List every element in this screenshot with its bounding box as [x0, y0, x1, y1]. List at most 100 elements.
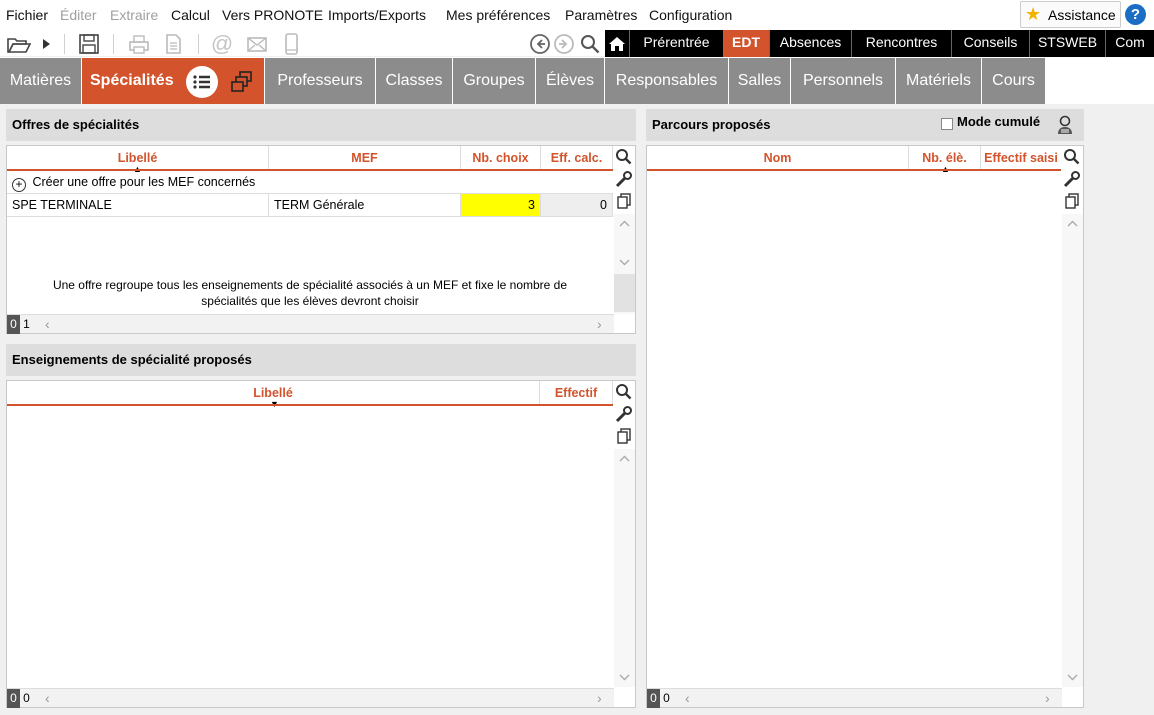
document-icon[interactable] — [161, 32, 185, 56]
parcours-title-label: Parcours proposés — [652, 117, 771, 132]
copy-icon[interactable] — [614, 191, 634, 211]
menu-mes-preferences[interactable]: Mes préférences — [446, 7, 550, 23]
wrench-icon[interactable] — [614, 404, 634, 424]
total-count: 1 — [23, 317, 30, 331]
tab-matieres[interactable]: Matières — [0, 58, 82, 104]
scroll-right-icon[interactable]: › — [597, 690, 602, 706]
column-header-nb-choix[interactable]: Nb. choix — [461, 146, 541, 170]
tab-cours[interactable]: Cours — [982, 58, 1046, 104]
table-row-eff-calc: 0 — [541, 194, 613, 217]
enseignements-panel-title: Enseignements de spécialité proposés — [6, 344, 636, 376]
create-offre-label: Créer une offre pour les MEF concernés — [32, 175, 256, 189]
tab-rencontres[interactable]: Rencontres — [851, 30, 951, 57]
print-icon[interactable] — [127, 32, 151, 56]
mode-cumule-label[interactable]: Mode cumulé — [957, 106, 1040, 138]
tab-materiels[interactable]: Matériels — [896, 58, 982, 104]
help-button[interactable]: ? — [1125, 4, 1146, 25]
mail-icon[interactable] — [245, 32, 269, 56]
tab-salles[interactable]: Salles — [729, 58, 791, 104]
copy-icon[interactable] — [1062, 191, 1082, 211]
tab-professeurs[interactable]: Professeurs — [265, 58, 376, 104]
tab-responsables[interactable]: Responsables — [605, 58, 729, 104]
tab-groupes[interactable]: Groupes — [453, 58, 536, 104]
scrollbar-track[interactable] — [614, 274, 635, 312]
menu-imports-exports[interactable]: Imports/Exports — [328, 7, 426, 23]
menu-bar: Fichier Éditer Extraire Calcul Vers PRON… — [0, 0, 1154, 32]
parcours-grid: Nom Nb. élè. ▲ Effectif saisi 0 0 ‹ › — [646, 145, 1084, 708]
horizontal-scrollbar[interactable]: 0 0 ‹ › — [7, 688, 614, 708]
tab-eleves[interactable]: Élèves — [536, 58, 605, 104]
table-row-nb-choix[interactable]: 3 — [461, 194, 541, 217]
nav-tabs: Matières Spécialités Professeurs Classes… — [0, 57, 1154, 104]
table-row-mef[interactable]: TERM Générale — [269, 194, 461, 217]
toolbar-separator — [198, 34, 199, 54]
tab-specialites-label: Spécialités — [90, 72, 174, 89]
list-view-icon[interactable] — [186, 66, 218, 98]
cascade-windows-icon[interactable] — [228, 68, 256, 96]
tab-specialites[interactable]: Spécialités — [82, 58, 265, 104]
mode-cumule-checkbox[interactable] — [941, 118, 953, 130]
search-icon[interactable] — [1062, 147, 1082, 167]
vertical-scrollbar[interactable] — [1062, 214, 1083, 687]
total-count: 0 — [663, 691, 670, 705]
scroll-right-icon[interactable]: › — [597, 316, 602, 332]
column-header-mef[interactable]: MEF — [269, 146, 461, 170]
selected-count: 0 — [7, 689, 20, 708]
tab-conseils[interactable]: Conseils — [951, 30, 1029, 57]
offres-grid: Libellé ▲ MEF Nb. choix Eff. calc. + Cré… — [6, 145, 636, 334]
menu-fichier[interactable]: Fichier — [6, 7, 48, 23]
offres-info-text: Une offre regroupe tous les enseignement… — [52, 278, 568, 308]
search-icon[interactable] — [578, 32, 602, 56]
tab-absences[interactable]: Absences — [769, 30, 851, 57]
search-icon[interactable] — [614, 382, 634, 402]
tab-classes[interactable]: Classes — [376, 58, 453, 104]
assistance-button[interactable]: ★ Assistance — [1020, 1, 1121, 28]
vertical-scrollbar[interactable] — [614, 449, 635, 687]
total-count: 0 — [23, 691, 30, 705]
menu-calcul[interactable]: Calcul — [171, 7, 210, 23]
scroll-right-icon[interactable]: › — [1045, 690, 1050, 706]
create-offre-row[interactable]: + Créer une offre pour les MEF concernés — [7, 171, 613, 194]
play-icon[interactable] — [37, 32, 55, 56]
header-underline — [647, 169, 1061, 171]
wrench-icon[interactable] — [1062, 169, 1082, 189]
parcours-panel-title: Parcours proposés Mode cumulé — [646, 109, 1084, 141]
add-circle-icon: + — [12, 178, 26, 192]
scroll-left-icon[interactable]: ‹ — [45, 316, 50, 332]
folder-open-icon[interactable] — [4, 32, 34, 56]
offres-panel-title: Offres de spécialités — [6, 109, 636, 141]
forward-arrow-icon[interactable] — [552, 32, 576, 56]
menu-parametres[interactable]: Paramètres — [565, 7, 637, 23]
horizontal-scrollbar[interactable]: 0 1 ‹ › — [7, 314, 614, 334]
scroll-left-icon[interactable]: ‹ — [45, 690, 50, 706]
save-icon[interactable] — [77, 32, 101, 56]
scroll-left-icon[interactable]: ‹ — [685, 690, 690, 706]
tab-com[interactable]: Com — [1105, 30, 1154, 57]
copy-icon[interactable] — [614, 426, 634, 446]
table-row-libelle[interactable]: SPE TERMINALE — [7, 194, 269, 217]
wrench-icon[interactable] — [614, 169, 634, 189]
menu-configuration[interactable]: Configuration — [649, 7, 732, 23]
back-arrow-icon[interactable] — [528, 32, 552, 56]
menu-editer[interactable]: Éditer — [60, 7, 97, 23]
star-icon: ★ — [1025, 4, 1042, 24]
menu-extraire[interactable]: Extraire — [110, 7, 158, 23]
column-header-nom[interactable]: Nom — [647, 146, 909, 170]
home-icon[interactable] — [605, 30, 629, 57]
tab-edt[interactable]: EDT — [723, 30, 769, 57]
search-icon[interactable] — [614, 147, 634, 167]
menu-vers-pronote[interactable]: Vers PRONOTE — [222, 7, 323, 23]
tab-personnels[interactable]: Personnels — [791, 58, 896, 104]
horizontal-scrollbar[interactable]: 0 0 ‹ › — [647, 688, 1062, 708]
toolbar-separator — [64, 34, 65, 54]
at-sign-icon[interactable]: @ — [210, 32, 234, 56]
column-header-effectif-saisi[interactable]: Effectif saisi — [981, 146, 1061, 170]
vertical-scrollbar[interactable] — [614, 214, 635, 314]
column-header-eff-calc[interactable]: Eff. calc. — [541, 146, 613, 170]
user-icon[interactable] — [1056, 114, 1074, 136]
mobile-icon[interactable] — [279, 32, 303, 56]
tab-prerentree[interactable]: Prérentrée — [629, 30, 723, 57]
tab-stsweb[interactable]: STSWEB — [1029, 30, 1105, 57]
column-header-effectif[interactable]: Effectif — [540, 381, 613, 405]
selected-count: 0 — [647, 689, 660, 708]
